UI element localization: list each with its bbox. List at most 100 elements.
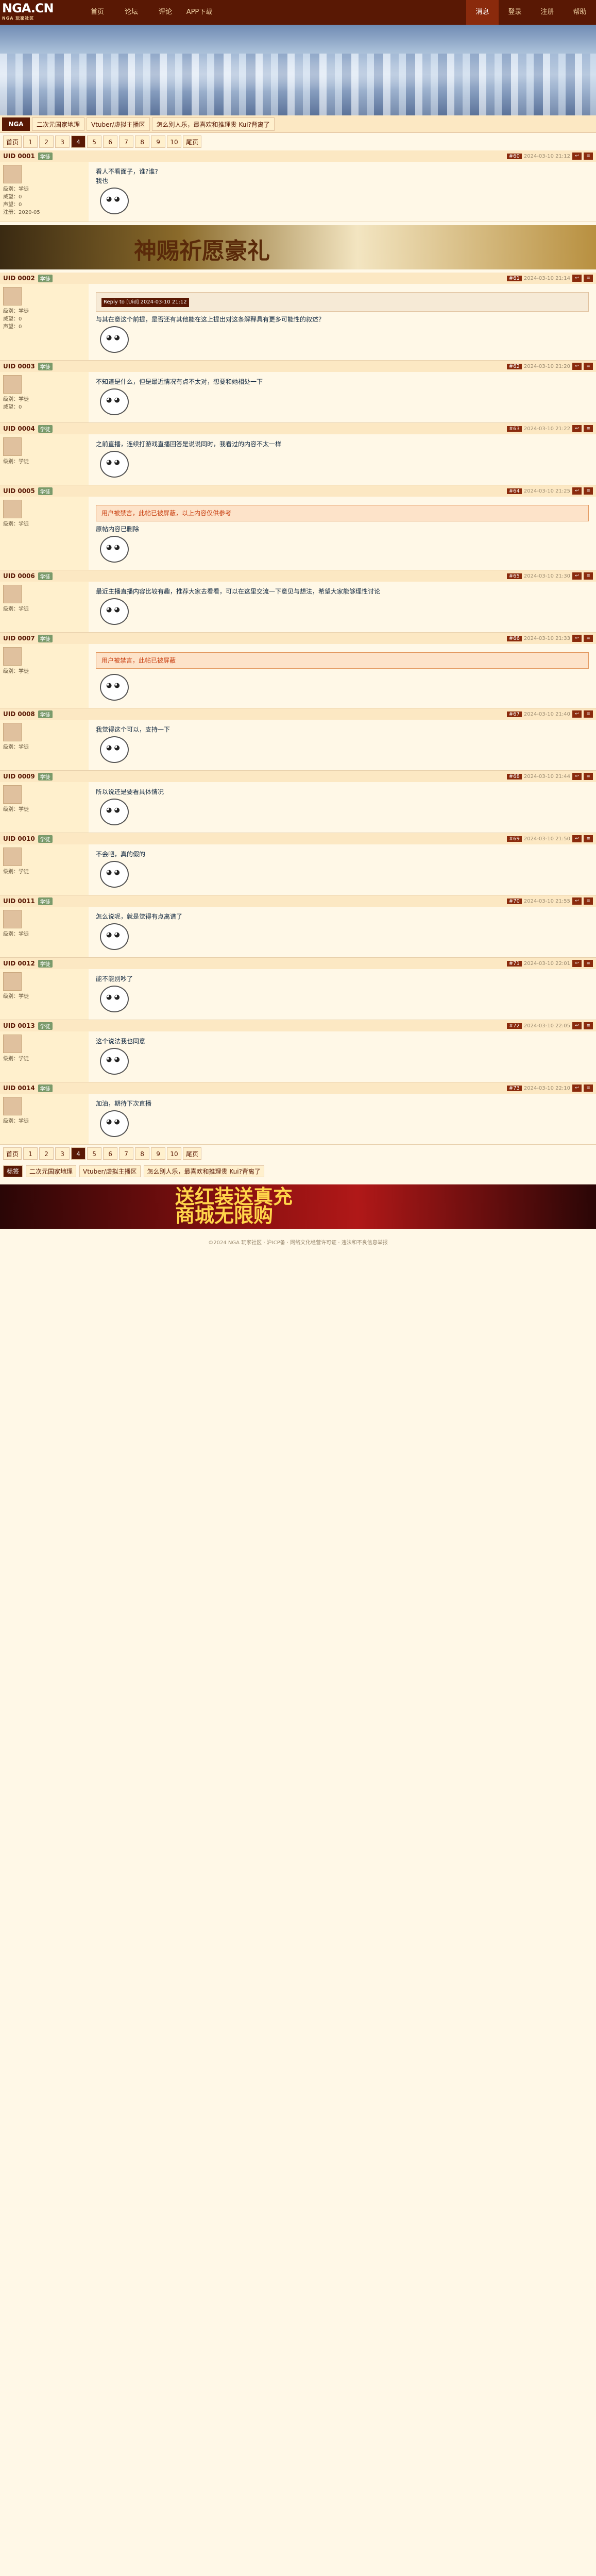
avatar[interactable] [3, 723, 22, 741]
reply-icon[interactable]: ↩ [572, 773, 582, 780]
floor-number[interactable]: #63 [506, 426, 522, 432]
username[interactable]: UID 0004 [3, 425, 35, 432]
reply-icon[interactable]: ↩ [572, 635, 582, 642]
nav-register[interactable]: 注册 [531, 0, 564, 25]
avatar[interactable] [3, 1035, 22, 1053]
floor-number[interactable]: #70 [506, 898, 522, 904]
nav-messages[interactable]: 消息 [466, 0, 499, 25]
avatar[interactable] [3, 972, 22, 991]
breadcrumb-item[interactable]: Vtuber/虚拟主播区 [87, 117, 150, 131]
floor-number[interactable]: #62 [506, 363, 522, 369]
floor-number[interactable]: #66 [506, 635, 522, 641]
pager-page[interactable]: 5 [87, 1147, 102, 1160]
reply-icon[interactable]: ↩ [572, 425, 582, 432]
avatar[interactable] [3, 1097, 22, 1115]
reply-icon[interactable]: ↩ [572, 960, 582, 967]
pager-current[interactable]: 4 [71, 135, 86, 148]
tag-item[interactable]: 二次元国家地理 [26, 1165, 77, 1177]
pager-page[interactable]: 1 [23, 1147, 38, 1160]
site-logo[interactable]: NGA.CN NGA 玩家社区 [2, 1, 74, 24]
pager-last[interactable]: 尾页 [183, 1147, 202, 1160]
tag-item[interactable]: Vtuber/虚拟主播区 [79, 1165, 141, 1177]
username[interactable]: UID 0001 [3, 152, 35, 160]
menu-icon[interactable]: ≡ [584, 835, 593, 842]
menu-icon[interactable]: ≡ [584, 710, 593, 718]
floor-number[interactable]: #67 [506, 711, 522, 717]
reply-icon[interactable]: ↩ [572, 275, 582, 282]
reply-icon[interactable]: ↩ [572, 1084, 582, 1092]
pager-last[interactable]: 尾页 [183, 135, 202, 148]
menu-icon[interactable]: ≡ [584, 152, 593, 160]
menu-icon[interactable]: ≡ [584, 275, 593, 282]
floor-number[interactable]: #61 [506, 275, 522, 281]
floor-number[interactable]: #60 [506, 153, 522, 159]
pager-page[interactable]: 9 [151, 1147, 166, 1160]
avatar[interactable] [3, 647, 22, 666]
pager-page[interactable]: 2 [39, 1147, 54, 1160]
username[interactable]: UID 0012 [3, 960, 35, 967]
pager-page[interactable]: 7 [119, 1147, 134, 1160]
username[interactable]: UID 0006 [3, 572, 35, 580]
pager-page[interactable]: 6 [103, 1147, 118, 1160]
username[interactable]: UID 0007 [3, 635, 35, 642]
pager-page[interactable]: 5 [87, 135, 102, 148]
menu-icon[interactable]: ≡ [584, 425, 593, 432]
username[interactable]: UID 0008 [3, 710, 35, 718]
avatar[interactable] [3, 785, 22, 804]
menu-icon[interactable]: ≡ [584, 773, 593, 780]
nav-item[interactable]: 首页 [80, 0, 114, 25]
pager-page[interactable]: 8 [135, 1147, 150, 1160]
reply-icon[interactable]: ↩ [572, 572, 582, 580]
pager-page[interactable]: 7 [119, 135, 134, 148]
reply-icon[interactable]: ↩ [572, 1022, 582, 1029]
username[interactable]: UID 0010 [3, 835, 35, 842]
username[interactable]: UID 0013 [3, 1022, 35, 1029]
nav-item[interactable]: APP下载 [182, 0, 216, 25]
floor-number[interactable]: #73 [506, 1085, 522, 1091]
menu-icon[interactable]: ≡ [584, 897, 593, 905]
nav-item[interactable]: 评论 [148, 0, 182, 25]
reply-icon[interactable]: ↩ [572, 487, 582, 495]
pager-first[interactable]: 首页 [3, 1147, 22, 1160]
floor-number[interactable]: #68 [506, 773, 522, 779]
reply-icon[interactable]: ↩ [572, 152, 582, 160]
menu-icon[interactable]: ≡ [584, 1022, 593, 1029]
pager-page[interactable]: 1 [23, 135, 38, 148]
quote-user[interactable]: Reply to [Uid] 2024-03-10 21:12 [101, 298, 189, 307]
menu-icon[interactable]: ≡ [584, 487, 593, 495]
avatar[interactable] [3, 500, 22, 518]
floor-number[interactable]: #65 [506, 573, 522, 579]
ad-banner[interactable]: 神赐祈愿豪礼 [0, 225, 596, 269]
username[interactable]: UID 0014 [3, 1084, 35, 1092]
nav-login[interactable]: 登录 [499, 0, 531, 25]
pager-page[interactable]: 3 [55, 135, 70, 148]
username[interactable]: UID 0009 [3, 773, 35, 780]
username[interactable]: UID 0011 [3, 897, 35, 905]
username[interactable]: UID 0002 [3, 275, 35, 282]
reply-icon[interactable]: ↩ [572, 897, 582, 905]
floor-number[interactable]: #72 [506, 1023, 522, 1029]
pager-page[interactable]: 6 [103, 135, 118, 148]
pager-page[interactable]: 10 [167, 1147, 182, 1160]
menu-icon[interactable]: ≡ [584, 960, 593, 967]
pager-current[interactable]: 4 [71, 1147, 86, 1160]
reply-icon[interactable]: ↩ [572, 363, 582, 370]
floor-number[interactable]: #69 [506, 836, 522, 842]
username[interactable]: UID 0005 [3, 487, 35, 495]
breadcrumb-item[interactable]: 怎么别人乐，最喜欢和推理贵 Kui?背离了 [151, 117, 275, 131]
avatar[interactable] [3, 287, 22, 306]
avatar[interactable] [3, 585, 22, 603]
reply-icon[interactable]: ↩ [572, 710, 582, 718]
nav-help[interactable]: 帮助 [564, 0, 596, 25]
pager-page[interactable]: 8 [135, 135, 150, 148]
pager-page[interactable]: 2 [39, 135, 54, 148]
avatar[interactable] [3, 375, 22, 394]
pager-first[interactable]: 首页 [3, 135, 22, 148]
pager-page[interactable]: 3 [55, 1147, 70, 1160]
username[interactable]: UID 0003 [3, 363, 35, 370]
menu-icon[interactable]: ≡ [584, 363, 593, 370]
avatar[interactable] [3, 910, 22, 928]
avatar[interactable] [3, 437, 22, 456]
floor-number[interactable]: #64 [506, 488, 522, 494]
tag-item[interactable]: 怎么别人乐，最喜欢和推理贵 Kui?背离了 [143, 1165, 264, 1177]
